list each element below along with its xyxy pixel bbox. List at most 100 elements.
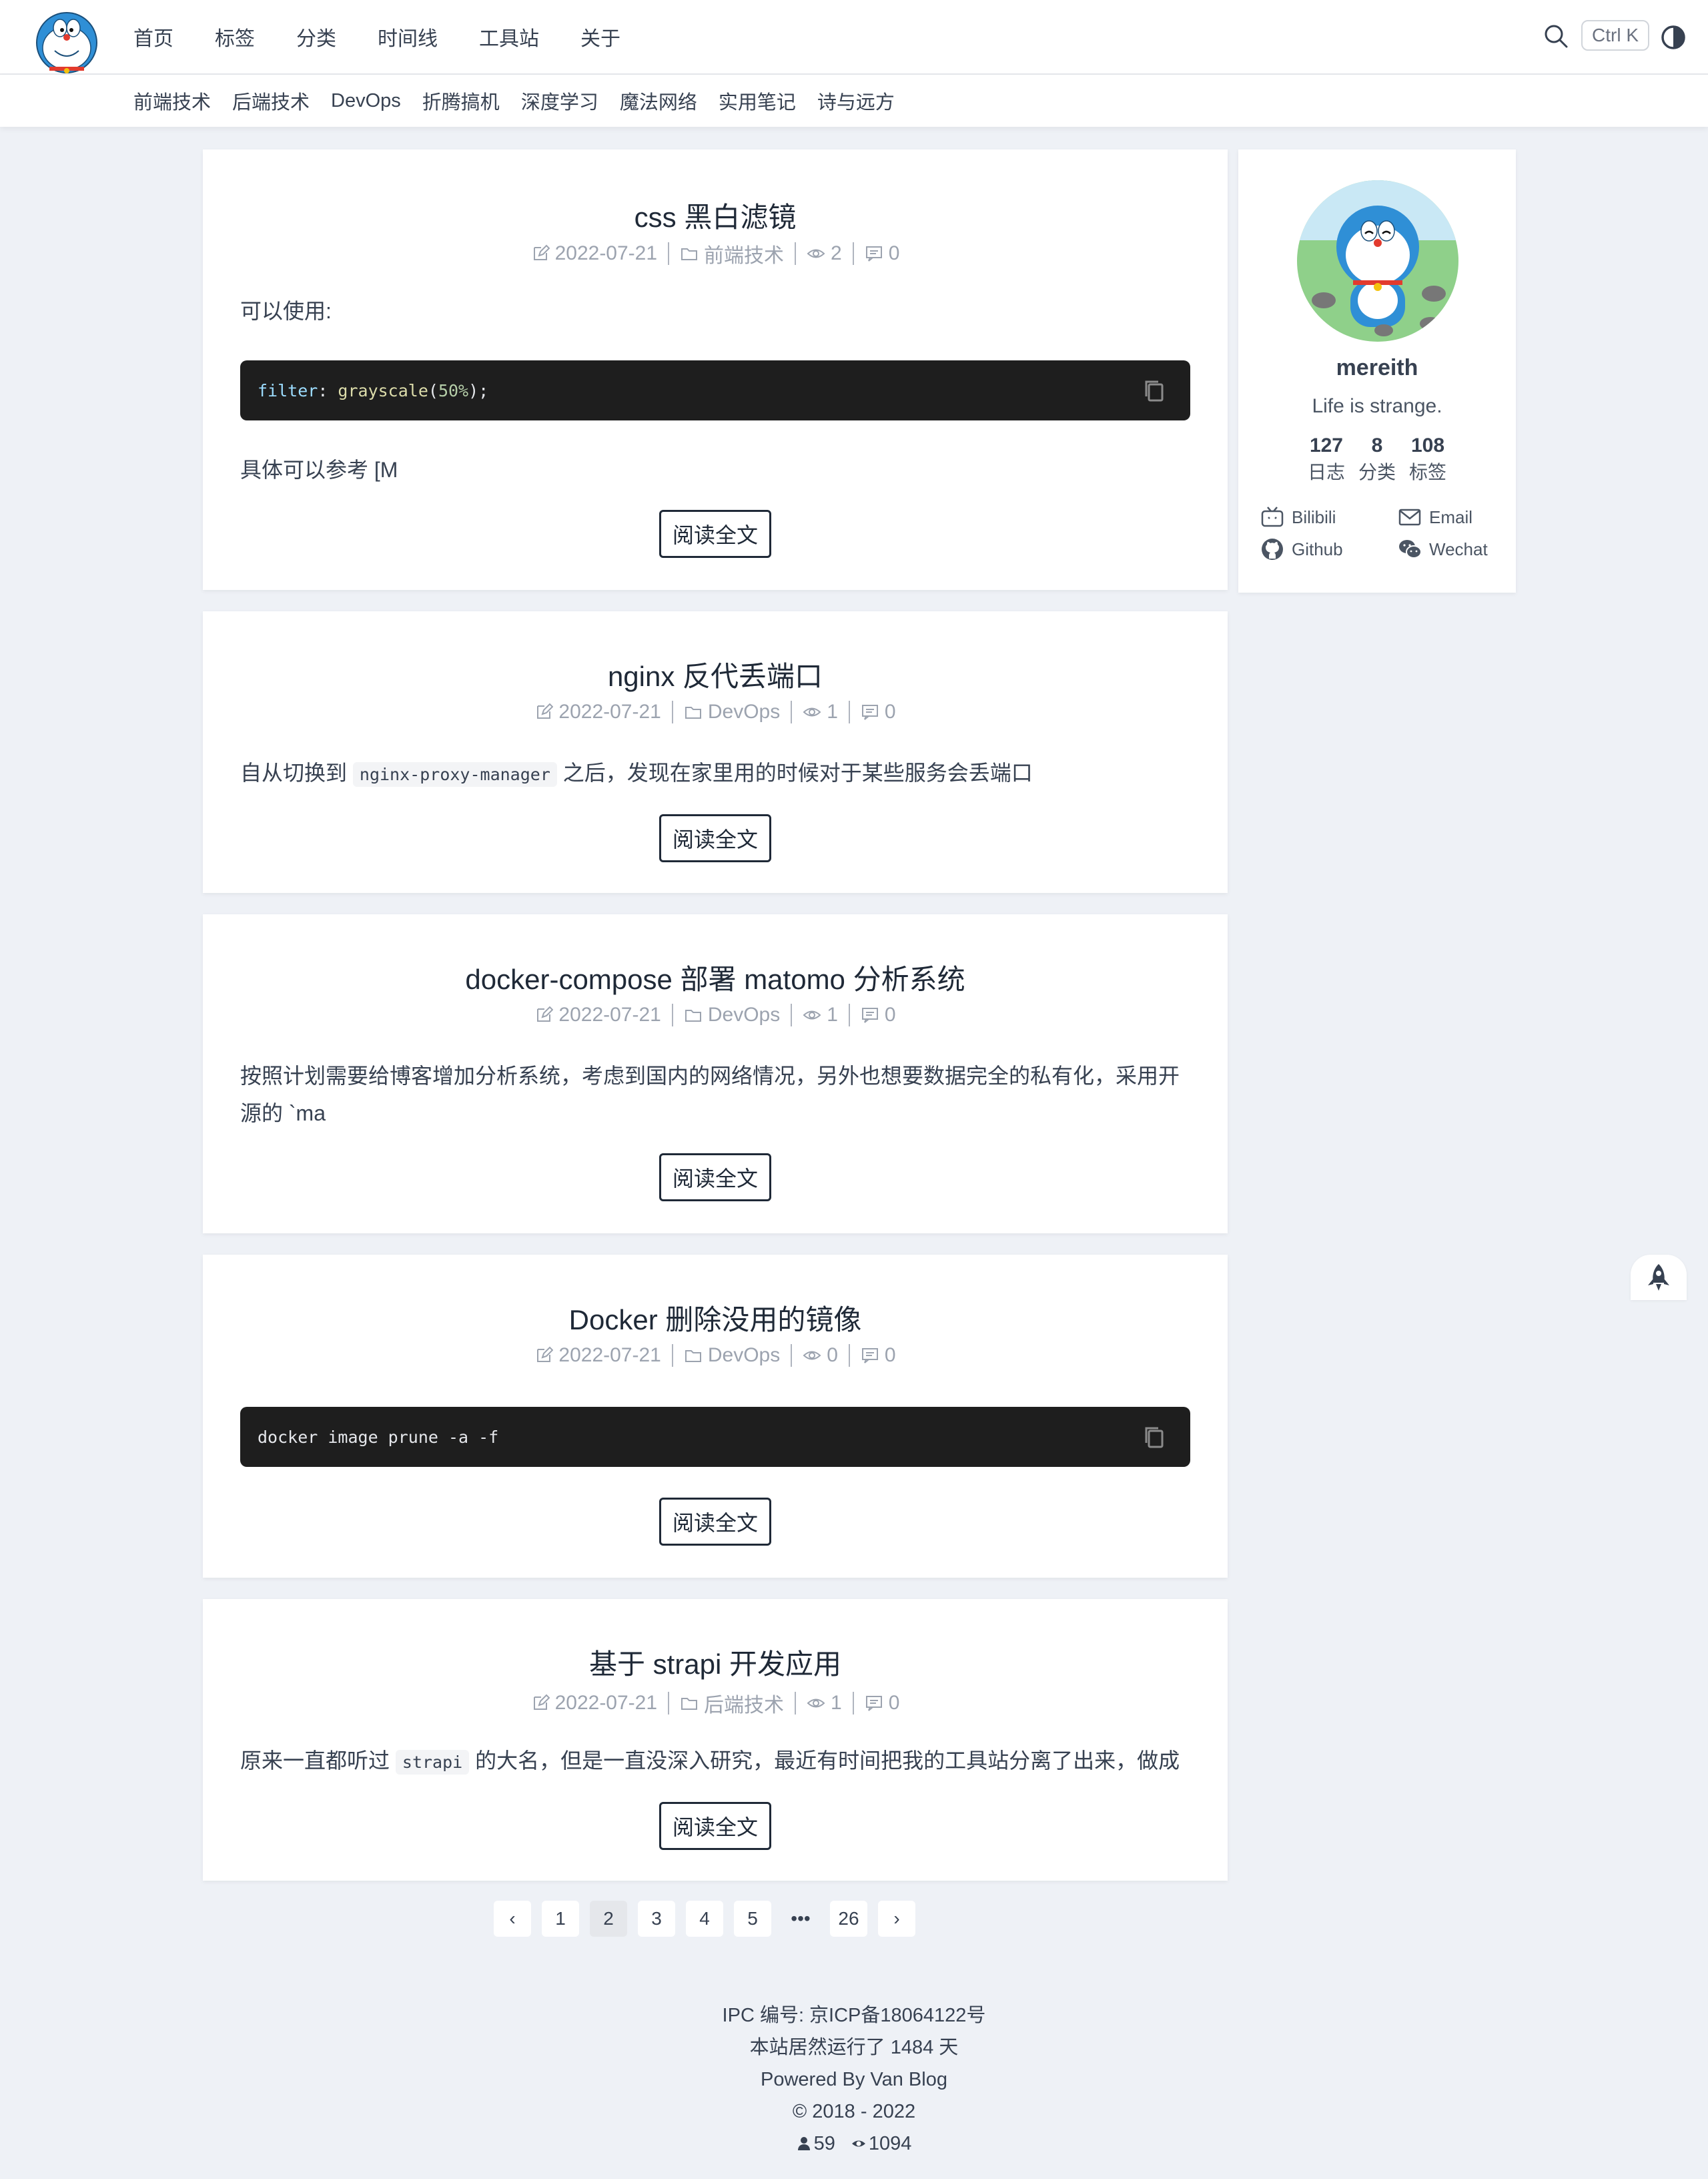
pagination: ‹ 1 2 3 4 5 ••• 26 ›	[494, 1901, 926, 1937]
copy-icon[interactable]	[1141, 378, 1168, 404]
social-link-wechat[interactable]: Wechat	[1397, 537, 1488, 562]
post-category[interactable]: DevOps	[708, 701, 780, 723]
post-excerpt: 自从切换到 nginx-proxy-manager 之后，发现在家里用的时候对于…	[240, 754, 1190, 794]
post-meta: 2022-07-21 前端技术 2 0	[203, 239, 1228, 268]
code-line: docker image prune -a -f	[258, 1427, 499, 1447]
nav-tags[interactable]: 标签	[215, 22, 255, 51]
social-link-email[interactable]: Email	[1397, 505, 1472, 530]
eye-icon	[803, 703, 821, 721]
post-category[interactable]: DevOps	[708, 1344, 780, 1367]
excerpt-line: 源的 `ma	[240, 1101, 326, 1125]
footer-icp[interactable]: IPC 编号: 京ICP备18064122号	[0, 1999, 1708, 2032]
copy-icon[interactable]	[1141, 1424, 1168, 1451]
pagination-page-last[interactable]: 26	[830, 1901, 867, 1937]
post-comments: 0	[884, 1004, 896, 1026]
code-token-function: grayscale	[338, 380, 428, 400]
category-deep-learning[interactable]: 深度学习	[521, 87, 598, 115]
nav-about[interactable]: 关于	[580, 22, 620, 51]
footer-powered-by[interactable]: Powered By Van Blog	[0, 2064, 1708, 2096]
inline-code: nginx-proxy-manager	[352, 762, 557, 787]
post-date: 2022-07-21	[558, 1344, 661, 1366]
post-meta: 2022-07-21 后端技术 1 0	[203, 1688, 1228, 1718]
code-token-value: 50%	[438, 380, 469, 400]
read-more-button[interactable]: 阅读全文	[659, 1498, 771, 1546]
category-backend[interactable]: 后端技术	[232, 87, 310, 115]
read-more-button[interactable]: 阅读全文	[659, 1153, 771, 1201]
post-category[interactable]: DevOps	[708, 1004, 780, 1026]
post-title[interactable]: css 黑白滤镜	[203, 195, 1228, 236]
nav-tools[interactable]: 工具站	[479, 22, 539, 51]
pagination-page[interactable]: 4	[686, 1901, 723, 1937]
code-block: docker image prune -a -f	[240, 1407, 1190, 1467]
social-link-label: Bilibili	[1292, 507, 1336, 527]
inline-code: strapi	[395, 1750, 470, 1775]
meta-divider	[668, 242, 670, 265]
post-comments: 0	[884, 1344, 896, 1366]
read-more-button[interactable]: 阅读全文	[659, 1802, 771, 1850]
category-poetry[interactable]: 诗与远方	[817, 87, 895, 115]
stat-categories[interactable]: 8 分类	[1358, 432, 1396, 486]
footer-uptime: 本站居然运行了 1484 天	[749, 2037, 959, 2058]
code-block: filter: grayscale(50%);	[240, 360, 1190, 420]
post-card: nginx 反代丢端口 2022-07-21 DevOps 1 0 自从切换到 …	[203, 611, 1228, 893]
category-magic-network[interactable]: 魔法网络	[620, 87, 697, 115]
read-more-button[interactable]: 阅读全文	[659, 510, 771, 558]
pagination-page-current[interactable]: 2	[590, 1901, 627, 1937]
stat-number: 8	[1371, 434, 1383, 456]
theme-toggle-icon[interactable]	[1660, 24, 1687, 51]
meta-divider	[795, 1692, 797, 1715]
pagination-page[interactable]: 1	[542, 1901, 579, 1937]
pagination-page[interactable]: 3	[638, 1901, 675, 1937]
post-date: 2022-07-21	[558, 701, 661, 723]
post-card: 基于 strapi 开发应用 2022-07-21 后端技术 1 0 原来一直都…	[203, 1599, 1228, 1881]
post-title[interactable]: Docker 删除没用的镜像	[203, 1297, 1228, 1338]
nav-timeline[interactable]: 时间线	[378, 22, 438, 51]
post-category[interactable]: 前端技术	[704, 239, 784, 268]
post-card: Docker 删除没用的镜像 2022-07-21 DevOps 0 0 doc…	[203, 1255, 1228, 1578]
eye-icon	[807, 1694, 825, 1713]
read-more-button[interactable]: 阅读全文	[659, 814, 771, 862]
pagination-prev-button[interactable]: ‹	[494, 1901, 531, 1937]
eye-icon	[807, 244, 825, 263]
site-logo-doraemon[interactable]	[35, 9, 99, 73]
post-views: 1	[827, 1004, 838, 1026]
category-tinkering[interactable]: 折腾搞机	[422, 87, 500, 115]
excerpt-text: 原来一直都听过	[240, 1749, 390, 1773]
pagination-ellipsis[interactable]: •••	[782, 1901, 819, 1937]
search-icon[interactable]	[1543, 23, 1569, 49]
excerpt-text: 自从切换到	[240, 761, 348, 785]
pagination-next-button[interactable]: ›	[878, 1901, 915, 1937]
author-profile-card: mereith Life is strange. 127 日志 8 分类 108 标签…	[1238, 149, 1516, 593]
post-title[interactable]: 基于 strapi 开发应用	[203, 1642, 1228, 1682]
post-views: 1	[831, 1692, 842, 1714]
post-title[interactable]: nginx 反代丢端口	[203, 654, 1228, 695]
meta-divider	[848, 1344, 850, 1367]
post-meta: 2022-07-21 DevOps 0 0	[203, 1344, 1228, 1367]
post-excerpt-continued: 具体可以参考 [M	[240, 458, 398, 482]
social-link-bilibili[interactable]: Bilibili	[1260, 505, 1336, 530]
post-title[interactable]: docker-compose 部署 matomo 分析系统	[203, 957, 1228, 998]
comment-icon	[861, 1346, 879, 1365]
stat-label: 标签	[1409, 462, 1447, 483]
social-link-github[interactable]: Github	[1260, 537, 1343, 562]
meta-divider	[671, 701, 673, 723]
edit-icon	[531, 244, 550, 263]
pagination-page[interactable]: 5	[734, 1901, 771, 1937]
excerpt-text: 之后，发现在家里用的时候对于某些服务会丢端口	[562, 761, 1033, 785]
comment-icon	[861, 703, 879, 721]
avatar[interactable]	[1297, 180, 1458, 342]
category-notes[interactable]: 实用笔记	[719, 87, 796, 115]
back-to-top-button[interactable]	[1631, 1255, 1687, 1300]
post-category[interactable]: 后端技术	[704, 1688, 784, 1718]
nav-home[interactable]: 首页	[133, 22, 173, 51]
category-frontend[interactable]: 前端技术	[133, 87, 211, 115]
folder-icon	[684, 703, 703, 721]
nav-categories[interactable]: 分类	[296, 22, 336, 51]
meta-divider	[848, 1004, 850, 1026]
stat-tags[interactable]: 108 标签	[1409, 432, 1446, 486]
post-date: 2022-07-21	[554, 1692, 658, 1714]
author-stats: 127 日志 8 分类 108 标签	[1238, 432, 1516, 486]
search-shortcut-badge[interactable]: Ctrl K	[1581, 20, 1649, 51]
stat-posts[interactable]: 127 日志	[1308, 432, 1345, 486]
category-devops[interactable]: DevOps	[331, 90, 401, 112]
